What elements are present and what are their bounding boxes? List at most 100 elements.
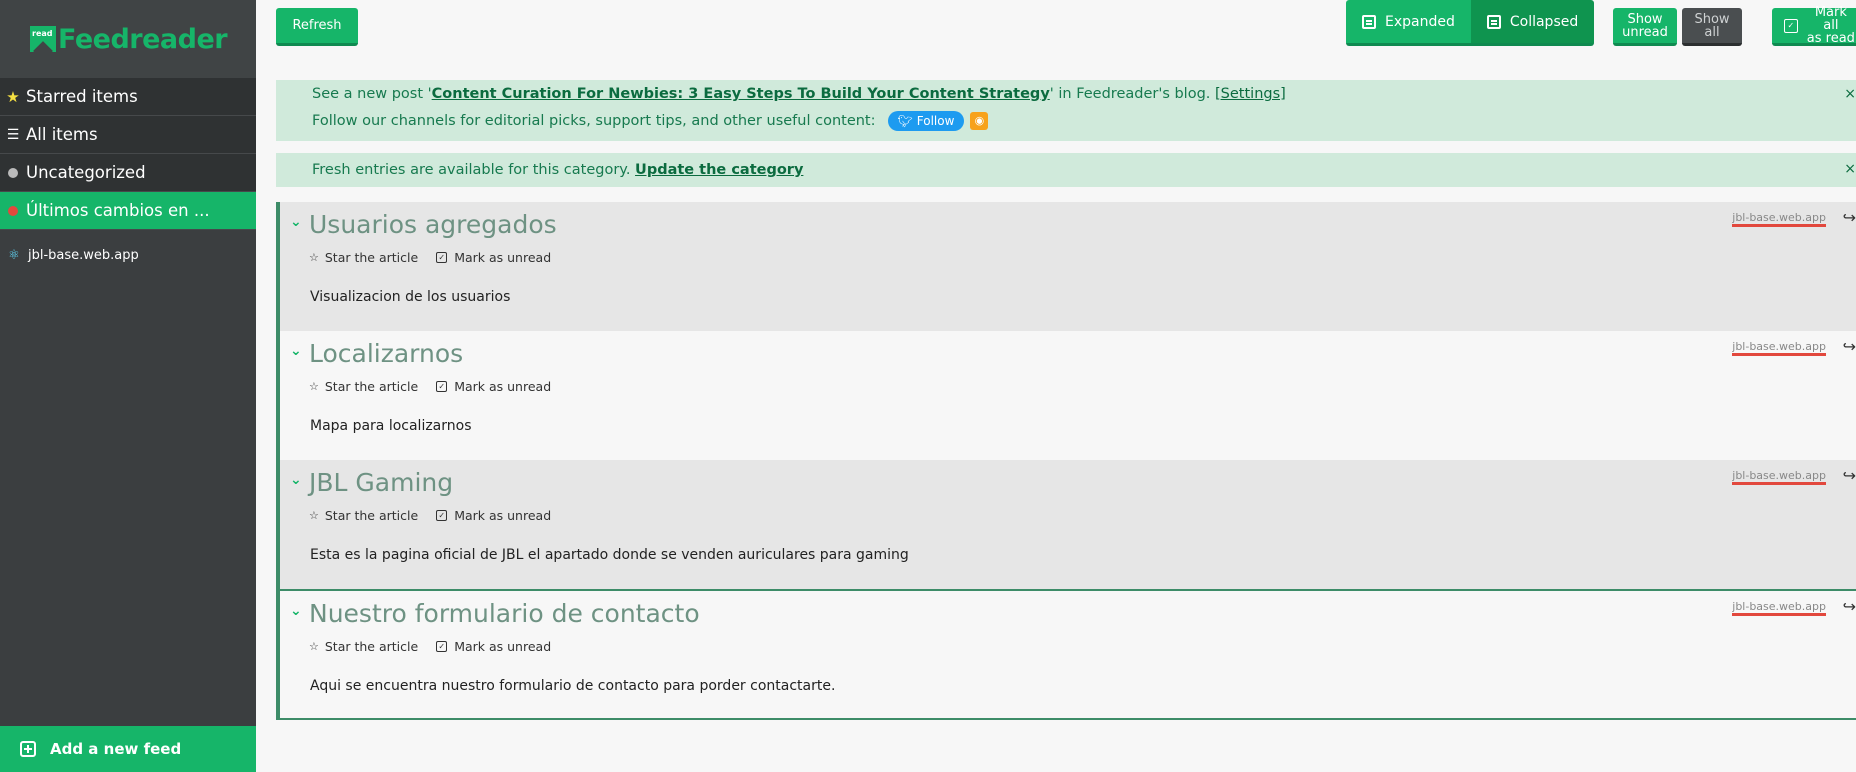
mark-all-read-button[interactable]: ✓ Mark all as read bbox=[1772, 5, 1856, 46]
star-article-button[interactable]: ☆ Star the article bbox=[309, 379, 418, 394]
app-logo[interactable]: read Feedreader bbox=[0, 0, 256, 78]
sidebar-item-starred[interactable]: ★ Starred items bbox=[0, 78, 256, 116]
share-icon[interactable]: ↪ bbox=[1843, 208, 1856, 227]
star-label: Star the article bbox=[324, 639, 419, 654]
twitter-follow-button[interactable]: 🐦︎ Follow bbox=[887, 111, 965, 131]
article-source-link[interactable]: jbl-base.web.app bbox=[1732, 600, 1826, 616]
star-article-button[interactable]: ☆ Star the article bbox=[309, 250, 418, 265]
star-outline-icon: ☆ bbox=[309, 640, 319, 653]
add-feed-label: Add a new feed bbox=[50, 740, 182, 758]
share-icon[interactable]: ↪ bbox=[1843, 466, 1856, 485]
checkbox-icon: ✓ bbox=[436, 252, 448, 263]
share-icon[interactable]: ↪ bbox=[1843, 337, 1856, 356]
show-unread-button[interactable]: Show unread bbox=[1613, 8, 1677, 46]
follow-line: Follow our channels for editorial picks,… bbox=[312, 111, 989, 131]
article-list: ⌄ Usuarios agregados ☆ Star the article ✓… bbox=[276, 202, 1856, 720]
star-icon: ★ bbox=[6, 87, 20, 106]
star-label: Star the article bbox=[324, 250, 419, 265]
article-description: Mapa para localizarnos bbox=[310, 418, 472, 434]
article-item: ⌄ JBL Gaming ☆ Star the article ✓ Mark as … bbox=[280, 460, 1856, 589]
collapsed-icon bbox=[1486, 14, 1501, 29]
expanded-view-button[interactable]: Expanded bbox=[1346, 0, 1471, 43]
unread-label: Mark as unread bbox=[454, 250, 552, 265]
notice-text: See a new post ' bbox=[312, 86, 432, 102]
close-icon[interactable]: × bbox=[1844, 86, 1856, 102]
sidebar-feed-jbl-base[interactable]: ⚛ jbl-base.web.app bbox=[0, 238, 256, 272]
refresh-button[interactable]: Refresh bbox=[276, 8, 358, 46]
star-outline-icon: ☆ bbox=[309, 380, 319, 393]
blog-notice-line: See a new post 'Content Curation For New… bbox=[312, 86, 1286, 102]
show-all-label-2: all bbox=[1704, 24, 1720, 40]
blog-notice: See a new post 'Content Curation For New… bbox=[276, 80, 1856, 141]
check-icon: ✓ bbox=[1784, 18, 1798, 33]
sidebar-item-uncategorized[interactable]: Uncategorized bbox=[0, 154, 256, 192]
article-actions: ☆ Star the article ✓ Mark as unread bbox=[309, 639, 569, 654]
article-source-link[interactable]: jbl-base.web.app bbox=[1732, 340, 1826, 356]
article-description: Aqui se encuentra nuestro formulario de … bbox=[310, 678, 836, 694]
article-title[interactable]: Localizarnos bbox=[309, 339, 463, 368]
expanded-icon bbox=[1362, 14, 1376, 29]
star-article-button[interactable]: ☆ Star the article bbox=[309, 639, 418, 654]
article-item: ⌄ Nuestro formulario de contacto ☆ Star t… bbox=[280, 589, 1856, 718]
chevron-down-icon[interactable]: ⌄ bbox=[290, 472, 302, 488]
article-title[interactable]: JBL Gaming bbox=[309, 468, 453, 497]
unread-label: Mark as unread bbox=[454, 639, 552, 654]
article-source-link[interactable]: jbl-base.web.app bbox=[1732, 469, 1826, 485]
sidebar-item-ultimos-cambios[interactable]: Últimos cambios en ... bbox=[0, 192, 256, 230]
blog-post-link[interactable]: Content Curation For Newbies: 3 Easy Ste… bbox=[432, 86, 1050, 102]
list-icon: ☰ bbox=[6, 126, 20, 143]
article-title[interactable]: Usuarios agregados bbox=[309, 210, 557, 239]
show-unread-label: Show bbox=[1627, 11, 1663, 27]
article-item: ⌄ Localizarnos ☆ Star the article ✓ Mark a… bbox=[280, 331, 1856, 460]
checkbox-icon: ✓ bbox=[436, 641, 448, 652]
sidebar-item-all[interactable]: ☰ All items bbox=[0, 116, 256, 154]
update-notice-text: Fresh entries are available for this cat… bbox=[312, 162, 631, 178]
mark-unread-button[interactable]: ✓ Mark as unread bbox=[436, 508, 551, 523]
mark-unread-button[interactable]: ✓ Mark as unread bbox=[436, 250, 551, 265]
chevron-down-icon[interactable]: ⌄ bbox=[290, 603, 302, 619]
follow-text: Follow our channels for editorial picks,… bbox=[312, 113, 876, 129]
grey-dot-icon bbox=[0, 167, 26, 178]
article-item: ⌄ Usuarios agregados ☆ Star the article ✓… bbox=[280, 202, 1856, 331]
star-article-button[interactable]: ☆ Star the article bbox=[309, 508, 418, 523]
collapsed-label: Collapsed bbox=[1509, 13, 1579, 30]
show-unread-label-2: unread bbox=[1622, 24, 1668, 40]
chevron-down-icon[interactable]: ⌄ bbox=[290, 214, 302, 230]
update-notice: Fresh entries are available for this cat… bbox=[276, 153, 1856, 187]
add-feed-button[interactable]: Add a new feed bbox=[0, 726, 256, 772]
article-actions: ☆ Star the article ✓ Mark as unread bbox=[309, 250, 569, 265]
settings-link[interactable]: [Settings] bbox=[1215, 86, 1286, 102]
red-dot-icon bbox=[0, 205, 26, 216]
follow-label: Follow bbox=[916, 114, 955, 128]
article-title[interactable]: Nuestro formulario de contacto bbox=[309, 599, 700, 628]
feedreader-logo-icon: read bbox=[30, 26, 56, 52]
sidebar-feed-label: jbl-base.web.app bbox=[28, 247, 139, 263]
mark-all-label: Mark all bbox=[1814, 5, 1847, 33]
collapsed-view-button[interactable]: Collapsed bbox=[1470, 0, 1595, 43]
checkbox-icon: ✓ bbox=[436, 510, 448, 521]
mark-unread-button[interactable]: ✓ Mark as unread bbox=[436, 379, 551, 394]
view-mode-toggle: Expanded Collapsed bbox=[1346, 0, 1595, 46]
unread-label: Mark as unread bbox=[454, 379, 552, 394]
rss-icon[interactable]: ◉ bbox=[970, 112, 989, 130]
expanded-label: Expanded bbox=[1385, 13, 1455, 30]
checkbox-icon: ✓ bbox=[436, 381, 448, 392]
sidebar-item-label: All items bbox=[26, 125, 98, 144]
star-label: Star the article bbox=[324, 508, 419, 523]
sidebar: read Feedreader ★ Starred items ☰ All it… bbox=[0, 0, 256, 772]
update-category-link[interactable]: Update the category bbox=[635, 162, 803, 178]
star-outline-icon: ☆ bbox=[309, 509, 319, 522]
twitter-bird-icon: 🐦︎ bbox=[897, 114, 913, 128]
chevron-down-icon[interactable]: ⌄ bbox=[290, 343, 302, 359]
star-outline-icon: ☆ bbox=[309, 251, 319, 264]
mark-unread-button[interactable]: ✓ Mark as unread bbox=[436, 639, 551, 654]
plus-square-icon bbox=[20, 741, 36, 757]
article-description: Esta es la pagina oficial de JBL el apar… bbox=[310, 547, 909, 563]
show-all-button[interactable]: Show all bbox=[1682, 8, 1742, 46]
show-all-label: Show bbox=[1694, 11, 1730, 27]
react-icon: ⚛ bbox=[8, 247, 20, 263]
article-source-link[interactable]: jbl-base.web.app bbox=[1732, 211, 1826, 227]
share-icon[interactable]: ↪ bbox=[1843, 597, 1856, 616]
sidebar-item-label: Últimos cambios en ... bbox=[26, 201, 210, 220]
close-icon[interactable]: × bbox=[1844, 161, 1856, 177]
